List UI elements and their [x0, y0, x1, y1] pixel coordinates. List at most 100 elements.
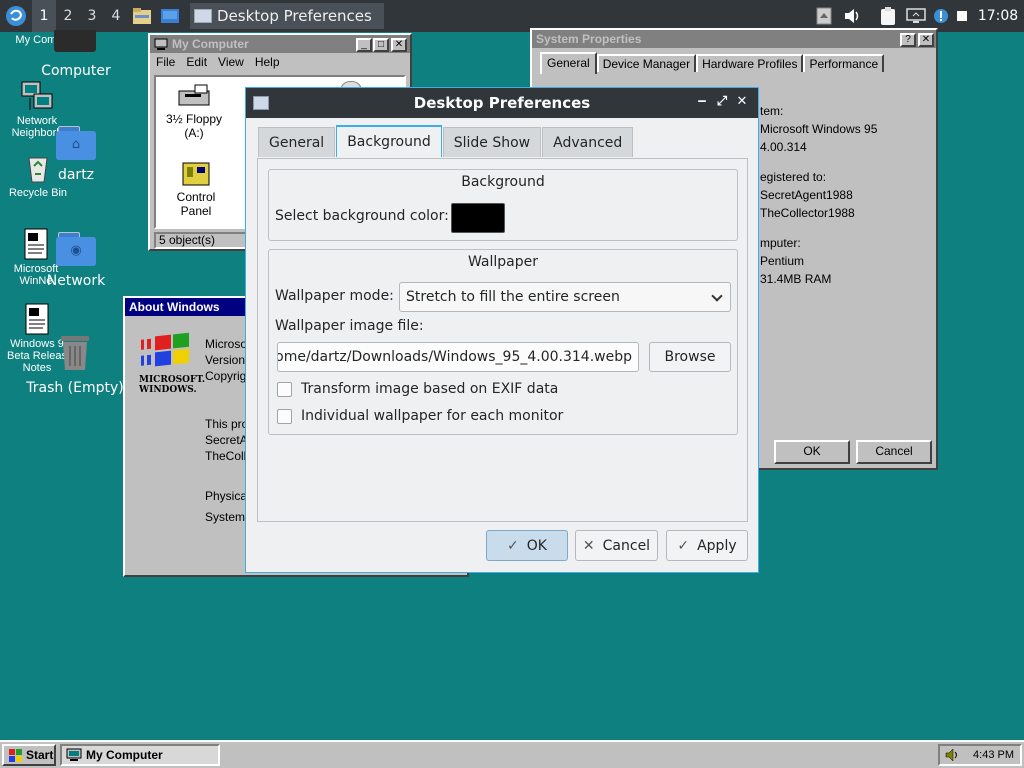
- window-title: My Computer: [172, 37, 249, 51]
- computer-icon: [154, 38, 168, 50]
- tab-general[interactable]: General: [258, 127, 336, 157]
- background-tab-panel: Background Select background color: Wall…: [257, 158, 748, 522]
- menu-view[interactable]: View: [218, 55, 244, 69]
- menu-bar: File Edit View Help: [150, 53, 410, 71]
- tab-slide-show[interactable]: Slide Show: [442, 127, 542, 157]
- wallpaper-file-input[interactable]: ome/dartz/Downloads/Windows_95_4.00.314.…: [277, 342, 639, 372]
- app-menu-icon[interactable]: [0, 0, 32, 32]
- logo-text: MICROSOFT. WINDOWS.: [139, 375, 206, 395]
- tab-background[interactable]: Background: [336, 125, 442, 157]
- button-label: OK: [526, 537, 547, 554]
- recycle-bin-icon: [28, 157, 48, 183]
- wallpaper-file-label: Wallpaper image file:: [275, 318, 424, 334]
- info-line: egistered to:: [760, 170, 827, 184]
- clock[interactable]: 17:08: [972, 8, 1024, 24]
- keyboard-icon[interactable]: [952, 0, 972, 32]
- trash-icon: [61, 336, 89, 370]
- desktop-switch-3[interactable]: 3: [80, 0, 104, 32]
- minimize-button[interactable]: _: [356, 38, 372, 52]
- floppy-drive-item[interactable]: 3½ Floppy (A:): [158, 83, 230, 140]
- window-title: System Properties: [536, 32, 642, 46]
- checkbox-box[interactable]: [277, 381, 292, 397]
- system-info: tem: Microsoft Windows 95 4.00.314 egist…: [760, 102, 877, 288]
- win95-taskbar: Start My Computer 4:43 PM: [0, 740, 1024, 768]
- check-icon: ✓: [677, 537, 690, 554]
- check-icon: ✓: [507, 537, 519, 554]
- close-icon[interactable]: ✕: [732, 94, 752, 109]
- window-icon: [194, 9, 212, 23]
- info-line: 31.4MB RAM: [760, 272, 832, 286]
- show-desktop-icon[interactable]: [156, 0, 184, 32]
- minimize-icon[interactable]: ‒: [692, 94, 712, 109]
- window-titlebar[interactable]: System Properties: [532, 30, 936, 48]
- desktop-icon-trash[interactable]: Trash (Empty): [24, 332, 126, 397]
- windows-logo: MICROSOFT. WINDOWS.: [139, 330, 206, 395]
- tab-performance[interactable]: Performance: [803, 54, 885, 72]
- file-manager-icon[interactable]: [128, 0, 156, 32]
- desktop-icon-winnews[interactable]: Microsoft WinNe: [2, 228, 70, 287]
- tab-hardware-profiles[interactable]: Hardware Profiles: [696, 54, 804, 72]
- browse-button[interactable]: Browse: [649, 342, 731, 372]
- cancel-button[interactable]: ✕ Cancel: [575, 530, 658, 561]
- help-button[interactable]: ?: [900, 33, 916, 47]
- status-text: 5 object(s): [159, 233, 216, 247]
- cross-icon: ✕: [582, 537, 595, 554]
- icon-label: WinNe: [19, 275, 53, 287]
- close-button[interactable]: ✕: [391, 38, 407, 52]
- apply-button[interactable]: ✓ Apply: [666, 530, 748, 561]
- wallpaper-group: Wallpaper Wallpaper mode: Stretch to fil…: [268, 249, 738, 435]
- desktop-icon-computer[interactable]: Computer: [36, 63, 116, 80]
- checkbox-box[interactable]: [277, 408, 292, 424]
- menu-help[interactable]: Help: [255, 55, 280, 69]
- bg-color-button[interactable]: [451, 203, 505, 233]
- close-button[interactable]: ✕: [918, 33, 934, 47]
- control-panel-item[interactable]: Control Panel: [160, 157, 232, 218]
- info-line: SecretAgent1988: [760, 188, 853, 202]
- cancel-button[interactable]: Cancel: [856, 440, 932, 464]
- window-title: About Windows: [129, 300, 220, 314]
- wallpaper-file-value: ome/dartz/Downloads/Windows_95_4.00.314.…: [277, 349, 632, 365]
- task-label: My Computer: [86, 748, 163, 762]
- maximize-icon[interactable]: ⤢: [712, 94, 732, 109]
- icon-label: Recycle Bin: [8, 187, 68, 199]
- ok-button[interactable]: ✓ OK: [486, 530, 568, 561]
- desktop-switch-1[interactable]: 1: [32, 0, 56, 32]
- tab-advanced[interactable]: Advanced: [542, 127, 634, 157]
- wallpaper-mode-label: Wallpaper mode:: [275, 288, 394, 304]
- taskbar-my-computer[interactable]: My Computer: [60, 744, 220, 766]
- icon-label: Trash (Empty): [26, 380, 124, 396]
- taskbar-desktop-preferences[interactable]: Desktop Preferences: [190, 3, 384, 29]
- per-monitor-checkbox[interactable]: Individual wallpaper for each monitor: [277, 408, 563, 424]
- wallpaper-mode-select[interactable]: Stretch to fill the entire screen: [399, 282, 731, 312]
- wallpaper-mode-value: Stretch to fill the entire screen: [406, 289, 620, 305]
- exif-checkbox[interactable]: Transform image based on EXIF data: [277, 381, 558, 397]
- tab-general[interactable]: General: [540, 52, 597, 74]
- network-neighborhood-icon: [21, 81, 53, 110]
- info-line: mputer:: [760, 236, 801, 250]
- icon-label: Microsoft: [13, 263, 59, 275]
- desktop-switch-2[interactable]: 2: [56, 0, 80, 32]
- info-line: Pentium: [760, 254, 805, 268]
- desktop-switch-4[interactable]: 4: [104, 0, 128, 32]
- background-group: Background Select background color:: [268, 169, 738, 241]
- item-label: Control Panel: [176, 190, 216, 218]
- dialog-titlebar[interactable]: Desktop Preferences ‒ ⤢ ✕: [246, 88, 758, 118]
- window-icon: [253, 96, 269, 110]
- ok-button[interactable]: OK: [774, 440, 850, 464]
- maximize-button[interactable]: □: [373, 38, 389, 52]
- tab-device-manager[interactable]: Device Manager: [596, 54, 697, 72]
- info-line: TheCollector1988: [760, 206, 855, 220]
- desktop-icon-recycle-bin[interactable]: Recycle Bin: [2, 152, 74, 199]
- speaker-icon[interactable]: [944, 748, 960, 762]
- menu-edit[interactable]: Edit: [186, 55, 207, 69]
- start-button[interactable]: Start: [2, 744, 56, 766]
- chevron-down-icon: [711, 290, 723, 302]
- info-line: Microsoft Windows 95: [760, 122, 878, 136]
- menu-file[interactable]: File: [156, 55, 175, 69]
- task-title: Desktop Preferences: [217, 7, 372, 25]
- document-icon: [25, 303, 49, 335]
- info-line: 4.00.314: [760, 140, 807, 154]
- icon-label: Computer: [41, 63, 111, 79]
- taskbar-clock[interactable]: 4:43 PM: [973, 749, 1014, 761]
- computer-icon[interactable]: [54, 30, 96, 52]
